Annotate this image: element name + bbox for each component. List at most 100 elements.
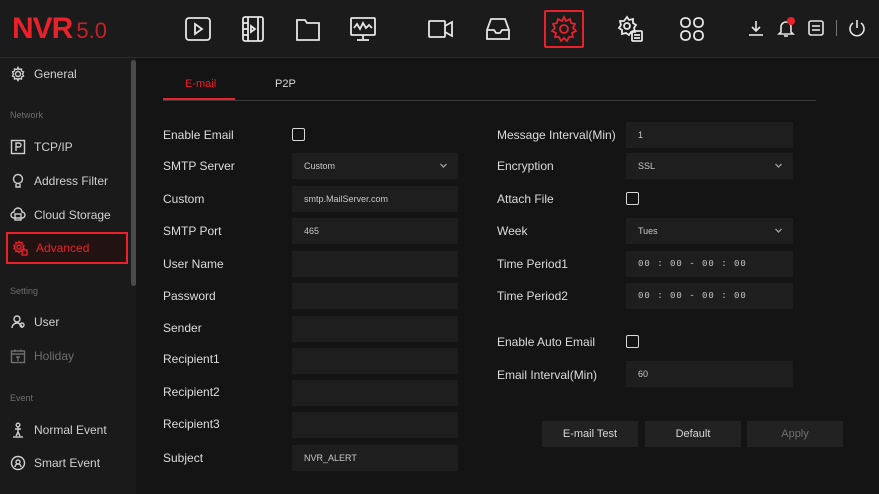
status-strip	[746, 17, 867, 38]
message-interval-value: 1	[638, 130, 644, 140]
playback-icon[interactable]	[178, 10, 218, 48]
password-label: Password	[163, 289, 216, 303]
chevron-down-icon	[774, 161, 783, 170]
smart-icon	[10, 455, 26, 471]
recipient3-label: Recipient3	[163, 417, 220, 431]
divider	[836, 20, 837, 36]
sidebar-item-label: Normal Event	[34, 423, 107, 437]
week-value: Tues	[638, 226, 658, 236]
user-name-label: User Name	[163, 257, 224, 271]
time-period1-label: Time Period1	[497, 257, 568, 271]
settings-icon[interactable]	[544, 10, 584, 48]
attach-file-label: Attach File	[497, 192, 554, 206]
message-interval-input[interactable]: 1	[626, 122, 793, 148]
sidebar-group-setting: Setting	[10, 286, 39, 296]
filter-icon	[12, 173, 24, 188]
sidebar: General Network TCP/IP Address Filter Cl…	[0, 58, 136, 494]
tab-email[interactable]: E-mail	[185, 78, 216, 90]
logo: NVR 5.0	[12, 12, 107, 46]
sidebar-item-label: User	[34, 315, 60, 329]
smtp-port-input[interactable]: 465	[292, 218, 458, 244]
sidebar-group-event: Event	[10, 393, 34, 403]
sidebar-group-network: Network	[10, 110, 44, 120]
sender-label: Sender	[163, 321, 202, 335]
smtp-port-label: SMTP Port	[163, 224, 222, 238]
sidebar-item-smart-event[interactable]: Smart Event	[6, 447, 128, 479]
settings-panel: E-mail P2P Enable Email SMTP Server Cust…	[140, 58, 879, 494]
record-icon[interactable]	[806, 18, 826, 38]
week-label: Week	[497, 224, 528, 238]
top-bar: NVR 5.0	[0, 0, 879, 58]
password-input[interactable]	[292, 283, 458, 309]
folder-icon[interactable]	[288, 10, 328, 48]
camera-icon[interactable]	[420, 10, 460, 48]
sidebar-item-label: Holiday	[34, 349, 75, 363]
smtp-port-value: 465	[304, 226, 320, 236]
power-icon[interactable]	[847, 18, 867, 38]
video-clip-icon[interactable]	[233, 10, 273, 48]
recipient1-label: Recipient1	[163, 352, 220, 366]
time-period2-input[interactable]: 00 : 00 - 00 : 00	[626, 283, 793, 309]
enable-email-checkbox[interactable]	[292, 128, 305, 141]
sidebar-item-user[interactable]: User	[6, 306, 128, 338]
download-icon[interactable]	[746, 18, 766, 38]
apply-button[interactable]: Apply	[747, 421, 843, 447]
custom-server-input[interactable]: smtp.MailServer.com	[292, 186, 458, 212]
recipient2-label: Recipient2	[163, 385, 220, 399]
attach-file-checkbox[interactable]	[626, 192, 639, 205]
time-period2-value: 00 : 00 - 00 : 00	[638, 291, 747, 301]
sender-input[interactable]	[292, 316, 458, 342]
brand-name: NVR	[12, 12, 73, 45]
custom-server-value: smtp.MailServer.com	[304, 194, 389, 204]
email-interval-label: Email Interval(Min)	[497, 368, 598, 382]
sidebar-item-advanced[interactable]: Advanced	[6, 232, 128, 264]
user-name-input[interactable]	[292, 251, 458, 277]
tab-p2p[interactable]: P2P	[275, 78, 296, 90]
sidebar-item-label: TCP/IP	[34, 140, 73, 154]
calendar-icon	[10, 349, 26, 364]
person-icon	[13, 422, 23, 438]
time-period2-label: Time Period2	[497, 289, 568, 303]
storage-icon[interactable]	[478, 10, 518, 48]
message-interval-label: Message Interval(Min)	[497, 128, 616, 142]
time-period1-input[interactable]: 00 : 00 - 00 : 00	[626, 251, 793, 277]
subject-input[interactable]: NVR_ALERT	[292, 445, 458, 471]
week-select[interactable]: Tues	[626, 218, 793, 244]
encryption-value: SSL	[638, 161, 656, 171]
recipient3-input[interactable]	[292, 412, 458, 438]
subject-value: NVR_ALERT	[304, 453, 357, 463]
advanced-gear-icon	[12, 240, 28, 256]
sidebar-item-cloud-storage[interactable]: Cloud Storage	[6, 199, 128, 231]
sidebar-item-holiday[interactable]: Holiday	[6, 340, 128, 372]
sidebar-scrollbar[interactable]	[131, 60, 136, 286]
chevron-down-icon	[774, 226, 783, 235]
gear-icon	[11, 66, 25, 82]
encryption-select[interactable]: SSL	[626, 153, 793, 179]
grid-icon[interactable]	[672, 10, 712, 48]
smtp-server-value: Custom	[304, 161, 336, 171]
subject-label: Subject	[163, 451, 204, 465]
sidebar-item-label: Smart Event	[34, 456, 101, 470]
email-test-button[interactable]: E-mail Test	[542, 421, 638, 447]
sidebar-item-address-filter[interactable]: Address Filter	[6, 165, 128, 197]
p-box-icon	[10, 139, 26, 155]
enable-auto-email-checkbox[interactable]	[626, 335, 639, 348]
smtp-server-select[interactable]: Custom	[292, 153, 458, 179]
alarm-icon[interactable]	[776, 17, 796, 38]
default-button[interactable]: Default	[645, 421, 741, 447]
sidebar-item-general[interactable]: General	[6, 58, 128, 90]
sidebar-item-tcpip[interactable]: TCP/IP	[6, 131, 128, 163]
brand-version: 5.0	[76, 18, 107, 43]
sidebar-item-label: Address Filter	[34, 174, 109, 188]
sidebar-item-label: General	[34, 67, 77, 81]
email-interval-value: 60	[638, 369, 649, 379]
system-icon[interactable]	[610, 10, 650, 48]
email-interval-input[interactable]: 60	[626, 361, 793, 387]
sidebar-item-normal-event[interactable]: Normal Event	[6, 414, 128, 446]
chevron-down-icon	[439, 161, 448, 170]
user-icon	[11, 315, 25, 329]
recipient1-input[interactable]	[292, 348, 458, 374]
monitor-icon[interactable]	[343, 10, 383, 48]
recipient2-input[interactable]	[292, 380, 458, 406]
custom-label: Custom	[163, 192, 205, 206]
